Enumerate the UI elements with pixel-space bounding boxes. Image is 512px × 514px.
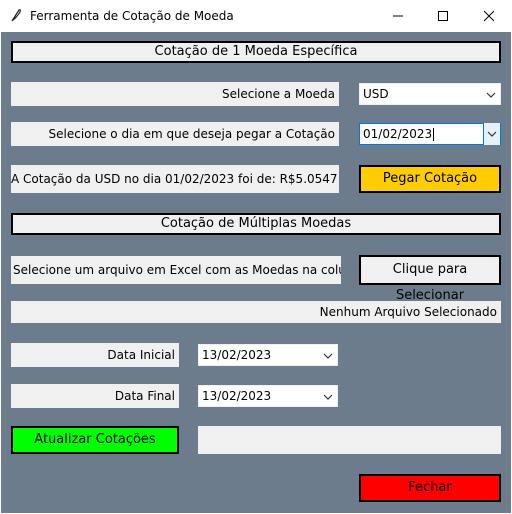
main-panel: Cotação de 1 Moeda Específica Selecione … xyxy=(1,32,511,513)
section1-header: Cotação de 1 Moeda Específica xyxy=(11,41,501,63)
currency-select[interactable]: USD xyxy=(359,83,501,105)
date-select-value: 01/02/2023 xyxy=(363,127,433,141)
date-select[interactable]: 01/02/2023 xyxy=(359,123,501,145)
end-date-label: Data Final xyxy=(11,384,179,408)
chevron-down-icon[interactable] xyxy=(323,386,333,408)
date-dropdown-button[interactable] xyxy=(483,123,500,145)
file-label: Selecione um arquivo em Excel com as Moe… xyxy=(11,256,341,284)
text-cursor xyxy=(433,128,435,141)
date-label: Selecione o dia em que deseja pegar a Co… xyxy=(11,122,339,146)
file-status: Nenhum Arquivo Selecionado xyxy=(11,301,501,323)
feather-icon xyxy=(9,8,23,22)
app-window: Ferramenta de Cotação de Moeda Cotação d… xyxy=(0,0,512,514)
close-button[interactable]: Fechar xyxy=(359,474,501,502)
update-quotes-button[interactable]: Atualizar Cotações xyxy=(11,426,179,454)
minimize-button[interactable] xyxy=(375,0,421,32)
currency-select-value: USD xyxy=(363,87,389,101)
chevron-down-icon xyxy=(487,131,497,137)
start-date-value: 13/02/2023 xyxy=(202,348,272,362)
result-text: A Cotação da USD no dia 01/02/2023 foi d… xyxy=(11,165,339,193)
maximize-icon xyxy=(438,11,448,21)
update-status xyxy=(198,426,501,454)
get-quote-button[interactable]: Pegar Cotação xyxy=(359,165,501,193)
close-icon xyxy=(483,10,495,22)
select-file-button[interactable]: Clique para Selecionar xyxy=(359,255,501,303)
title-bar[interactable]: Ferramenta de Cotação de Moeda xyxy=(0,0,512,32)
maximize-button[interactable] xyxy=(420,0,466,32)
end-date-select[interactable]: 13/02/2023 xyxy=(198,385,338,407)
close-window-button[interactable] xyxy=(466,0,512,32)
window-title: Ferramenta de Cotação de Moeda xyxy=(30,9,234,23)
currency-label: Selecione a Moeda xyxy=(11,82,339,106)
chevron-down-icon[interactable] xyxy=(323,345,333,367)
chevron-down-icon[interactable] xyxy=(486,84,496,106)
minimize-icon xyxy=(393,15,403,17)
section2-header: Cotação de Múltiplas Moedas xyxy=(11,213,501,235)
start-date-label: Data Inicial xyxy=(11,343,179,367)
end-date-value: 13/02/2023 xyxy=(202,389,272,403)
start-date-select[interactable]: 13/02/2023 xyxy=(198,344,338,366)
